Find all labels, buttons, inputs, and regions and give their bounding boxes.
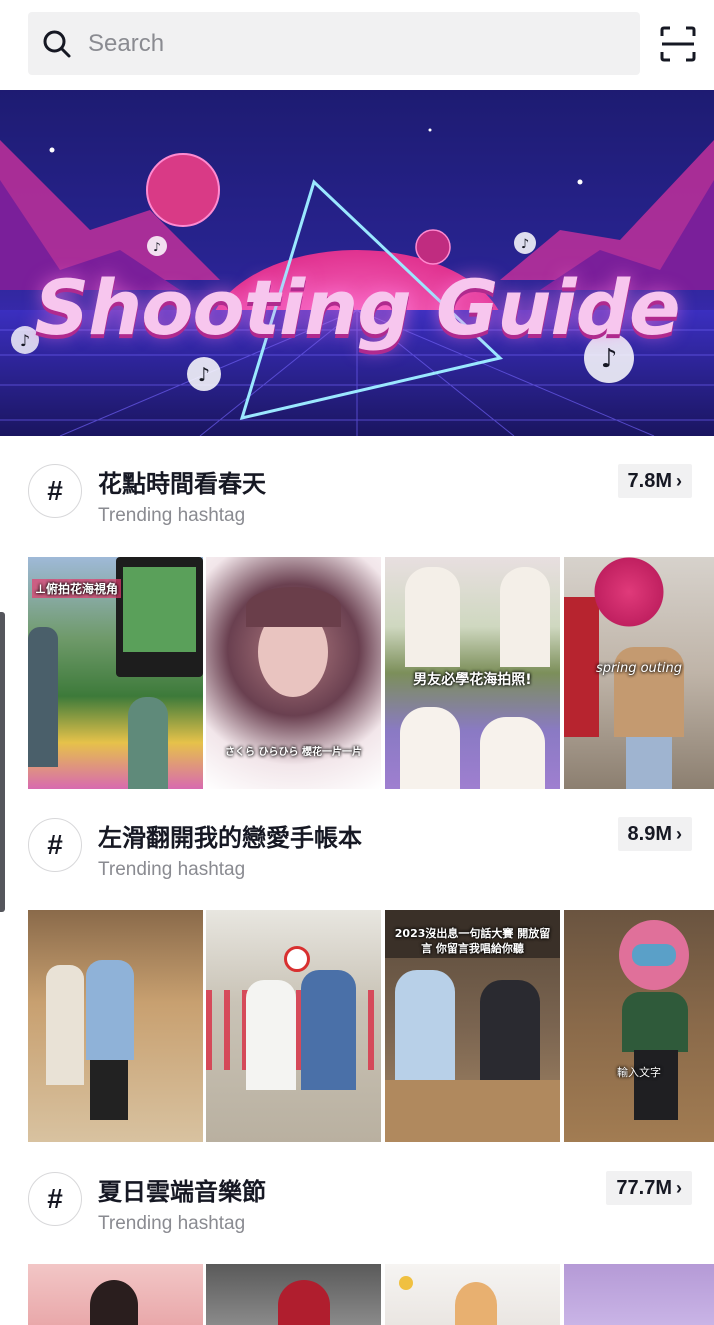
promo-banner[interactable]: ♪ ♪ ♪ ♪ ♪ Shooting Guide (0, 90, 714, 436)
video-thumbnail[interactable]: spring outing (564, 557, 714, 789)
video-thumbnail[interactable] (385, 1264, 560, 1325)
video-thumbnail[interactable] (28, 1264, 203, 1325)
svg-text:♪: ♪ (153, 240, 161, 254)
edge-scroll-handle[interactable] (0, 612, 5, 912)
view-count: 7.8M (627, 469, 672, 492)
hashtag-title: 左滑翻開我的戀愛手帳本 (98, 824, 362, 852)
thumbnail-strip: ⊥俯拍花海視角 さくら ひらひら 櫻花一片一片 男友必學花海拍照! spring… (28, 557, 714, 789)
hashtag-icon: # (28, 818, 82, 872)
video-thumbnail[interactable]: 輸入文字 (564, 910, 714, 1142)
video-thumbnail[interactable]: ⊥俯拍花海視角 (28, 557, 203, 789)
chevron-right-icon: › (676, 823, 682, 844)
thumbnail-caption: 輸入文字 (617, 1066, 661, 1079)
hashtag-row[interactable]: # 左滑翻開我的戀愛手帳本 Trending hashtag 8.9M › (0, 793, 714, 893)
hashtag-title: 花點時間看春天 (98, 470, 266, 498)
view-count-button[interactable]: 7.8M › (617, 464, 692, 498)
hashtag-icon: # (28, 1172, 82, 1226)
thumbnail-strip: 2023沒出息一句話大賽 開放留言 你留言我唱給你聽 輸入文字 (28, 910, 714, 1142)
hashtag-subtitle: Trending hashtag (98, 859, 246, 880)
banner-title: Shooting Guide (34, 263, 680, 352)
thumbnail-strip (28, 1264, 714, 1325)
thumbnail-caption: ⊥俯拍花海視角 (32, 579, 121, 598)
video-thumbnail[interactable] (206, 910, 381, 1142)
video-thumbnail[interactable] (206, 1264, 381, 1325)
hashtag-icon: # (28, 464, 82, 518)
chevron-right-icon: › (676, 470, 682, 491)
top-bar (0, 0, 714, 88)
thumbnail-caption: さくら ひらひら 櫻花一片一片 (225, 747, 362, 758)
search-input[interactable] (86, 28, 610, 59)
video-thumbnail[interactable]: さくら ひらひら 櫻花一片一片 (206, 557, 381, 789)
hashtag-title: 夏日雲端音樂節 (98, 1178, 266, 1206)
hashtag-subtitle: Trending hashtag (98, 1213, 246, 1234)
hashtag-row[interactable]: # 花點時間看春天 Trending hashtag 7.8M › (0, 440, 714, 540)
hashtag-row[interactable]: # 夏日雲端音樂節 Trending hashtag 77.7M › (0, 1147, 714, 1247)
view-count-button[interactable]: 77.7M › (606, 1171, 692, 1205)
video-thumbnail[interactable]: 2023沒出息一句話大賽 開放留言 你留言我唱給你聽 (385, 910, 560, 1142)
search-icon (43, 30, 71, 57)
thumbnail-caption: 男友必學花海拍照! (413, 672, 532, 688)
hashtag-subtitle: Trending hashtag (98, 505, 246, 526)
svg-text:♪: ♪ (521, 237, 529, 252)
thumbnail-caption: spring outing (596, 661, 682, 676)
scan-icon[interactable] (660, 26, 696, 62)
search-box[interactable] (28, 12, 640, 75)
svg-text:♪: ♪ (198, 364, 210, 386)
view-count: 77.7M (616, 1176, 672, 1199)
video-thumbnail[interactable] (28, 910, 203, 1142)
video-thumbnail[interactable] (564, 1264, 714, 1325)
view-count: 8.9M (627, 822, 672, 845)
chevron-right-icon: › (676, 1177, 682, 1198)
view-count-button[interactable]: 8.9M › (617, 817, 692, 851)
video-thumbnail[interactable]: 男友必學花海拍照! (385, 557, 560, 789)
thumbnail-caption: 2023沒出息一句話大賽 開放留言 你留言我唱給你聽 (394, 927, 551, 955)
